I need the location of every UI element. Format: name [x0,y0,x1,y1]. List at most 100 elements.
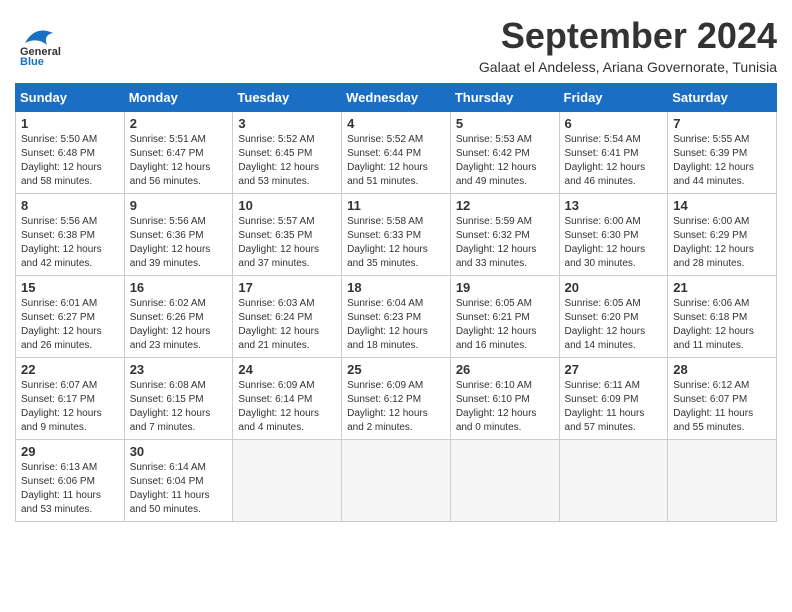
calendar-cell: 14 Sunrise: 6:00 AM Sunset: 6:29 PM Dayli… [668,194,777,276]
calendar-week-row: 1 Sunrise: 5:50 AM Sunset: 6:48 PM Daylig… [16,112,777,194]
calendar-cell: 28 Sunrise: 6:12 AM Sunset: 6:07 PM Dayli… [668,358,777,440]
day-number: 24 [238,362,336,377]
day-number: 13 [565,198,663,213]
day-number: 5 [456,116,554,131]
day-number: 22 [21,362,119,377]
day-info: Sunrise: 6:09 AM Sunset: 6:14 PM Dayligh… [238,379,336,435]
day-number: 19 [456,280,554,295]
calendar-cell: 27 Sunrise: 6:11 AM Sunset: 6:09 PM Dayli… [559,358,668,440]
day-number: 28 [673,362,771,377]
day-number: 30 [130,444,228,459]
day-info: Sunrise: 5:54 AM Sunset: 6:41 PM Dayligh… [565,133,663,189]
day-info: Sunrise: 6:13 AM Sunset: 6:06 PM Dayligh… [21,461,119,517]
calendar-cell: 19 Sunrise: 6:05 AM Sunset: 6:21 PM Dayli… [450,276,559,358]
day-number: 10 [238,198,336,213]
weekday-header-row: SundayMondayTuesdayWednesdayThursdayFrid… [16,84,777,112]
page-header: General Blue September 2024 Galaat el An… [15,15,777,75]
day-number: 20 [565,280,663,295]
day-number: 2 [130,116,228,131]
day-number: 14 [673,198,771,213]
day-number: 1 [21,116,119,131]
calendar-cell [342,440,451,522]
day-number: 26 [456,362,554,377]
calendar-cell: 25Sunrise: 6:09 AM Sunset: 6:12 PM Dayli… [342,358,451,440]
calendar-cell [668,440,777,522]
day-number: 23 [130,362,228,377]
calendar-cell: 13 Sunrise: 6:00 AM Sunset: 6:30 PM Dayli… [559,194,668,276]
day-info: Sunrise: 6:06 AM Sunset: 6:18 PM Dayligh… [673,297,771,353]
calendar-cell: 23 Sunrise: 6:08 AM Sunset: 6:15 PM Dayli… [124,358,233,440]
calendar-cell: 8 Sunrise: 5:56 AM Sunset: 6:38 PM Daylig… [16,194,125,276]
calendar-cell: 9 Sunrise: 5:56 AM Sunset: 6:36 PM Daylig… [124,194,233,276]
day-info: Sunrise: 6:00 AM Sunset: 6:29 PM Dayligh… [673,215,771,271]
weekday-header-friday: Friday [559,84,668,112]
calendar-cell [559,440,668,522]
day-info: Sunrise: 6:03 AM Sunset: 6:24 PM Dayligh… [238,297,336,353]
calendar-week-row: 29 Sunrise: 6:13 AM Sunset: 6:06 PM Dayli… [16,440,777,522]
calendar-cell: 22Sunrise: 6:07 AM Sunset: 6:17 PM Dayli… [16,358,125,440]
day-number: 6 [565,116,663,131]
day-info: Sunrise: 5:52 AM Sunset: 6:44 PM Dayligh… [347,133,445,189]
day-info: Sunrise: 6:04 AM Sunset: 6:23 PM Dayligh… [347,297,445,353]
day-number: 8 [21,198,119,213]
day-number: 9 [130,198,228,213]
day-info: Sunrise: 5:50 AM Sunset: 6:48 PM Dayligh… [21,133,119,189]
calendar-cell [450,440,559,522]
calendar-cell: 26Sunrise: 6:10 AM Sunset: 6:10 PM Dayli… [450,358,559,440]
calendar-cell: 2 Sunrise: 5:51 AM Sunset: 6:47 PM Daylig… [124,112,233,194]
day-info: Sunrise: 5:59 AM Sunset: 6:32 PM Dayligh… [456,215,554,271]
calendar-cell: 5 Sunrise: 5:53 AM Sunset: 6:42 PM Daylig… [450,112,559,194]
day-number: 3 [238,116,336,131]
calendar-cell: 10 Sunrise: 5:57 AM Sunset: 6:35 PM Dayli… [233,194,342,276]
day-info: Sunrise: 5:52 AM Sunset: 6:45 PM Dayligh… [238,133,336,189]
calendar-cell [233,440,342,522]
calendar-cell: 18Sunrise: 6:04 AM Sunset: 6:23 PM Dayli… [342,276,451,358]
calendar-cell: 1 Sunrise: 5:50 AM Sunset: 6:48 PM Daylig… [16,112,125,194]
calendar-week-row: 15Sunrise: 6:01 AM Sunset: 6:27 PM Dayli… [16,276,777,358]
month-title: September 2024 [479,15,777,57]
day-info: Sunrise: 5:55 AM Sunset: 6:39 PM Dayligh… [673,133,771,189]
day-info: Sunrise: 5:57 AM Sunset: 6:35 PM Dayligh… [238,215,336,271]
day-info: Sunrise: 6:12 AM Sunset: 6:07 PM Dayligh… [673,379,771,435]
day-info: Sunrise: 5:56 AM Sunset: 6:38 PM Dayligh… [21,215,119,271]
calendar-cell: 21 Sunrise: 6:06 AM Sunset: 6:18 PM Dayli… [668,276,777,358]
calendar-week-row: 22Sunrise: 6:07 AM Sunset: 6:17 PM Dayli… [16,358,777,440]
title-block: September 2024 Galaat el Andeless, Arian… [479,15,777,75]
day-info: Sunrise: 5:56 AM Sunset: 6:36 PM Dayligh… [130,215,228,271]
day-number: 11 [347,198,445,213]
day-number: 29 [21,444,119,459]
calendar-cell: 30 Sunrise: 6:14 AM Sunset: 6:04 PM Dayli… [124,440,233,522]
day-info: Sunrise: 6:05 AM Sunset: 6:20 PM Dayligh… [565,297,663,353]
calendar-cell: 15Sunrise: 6:01 AM Sunset: 6:27 PM Dayli… [16,276,125,358]
day-number: 17 [238,280,336,295]
weekday-header-thursday: Thursday [450,84,559,112]
weekday-header-saturday: Saturday [668,84,777,112]
day-number: 4 [347,116,445,131]
calendar-week-row: 8 Sunrise: 5:56 AM Sunset: 6:38 PM Daylig… [16,194,777,276]
day-number: 12 [456,198,554,213]
day-info: Sunrise: 6:11 AM Sunset: 6:09 PM Dayligh… [565,379,663,435]
day-number: 27 [565,362,663,377]
day-info: Sunrise: 6:00 AM Sunset: 6:30 PM Dayligh… [565,215,663,271]
calendar-cell: 3 Sunrise: 5:52 AM Sunset: 6:45 PM Daylig… [233,112,342,194]
calendar-cell: 24 Sunrise: 6:09 AM Sunset: 6:14 PM Dayli… [233,358,342,440]
day-info: Sunrise: 5:53 AM Sunset: 6:42 PM Dayligh… [456,133,554,189]
weekday-header-tuesday: Tuesday [233,84,342,112]
day-info: Sunrise: 6:09 AM Sunset: 6:12 PM Dayligh… [347,379,445,435]
day-info: Sunrise: 6:14 AM Sunset: 6:04 PM Dayligh… [130,461,228,517]
calendar-cell: 4 Sunrise: 5:52 AM Sunset: 6:44 PM Daylig… [342,112,451,194]
logo: General Blue [15,15,65,65]
calendar-cell: 7Sunrise: 5:55 AM Sunset: 6:39 PM Daylig… [668,112,777,194]
calendar-cell: 20 Sunrise: 6:05 AM Sunset: 6:20 PM Dayli… [559,276,668,358]
location-subtitle: Galaat el Andeless, Ariana Governorate, … [479,59,777,75]
day-info: Sunrise: 6:08 AM Sunset: 6:15 PM Dayligh… [130,379,228,435]
calendar-cell: 17 Sunrise: 6:03 AM Sunset: 6:24 PM Dayli… [233,276,342,358]
day-info: Sunrise: 5:51 AM Sunset: 6:47 PM Dayligh… [130,133,228,189]
calendar-cell: 11Sunrise: 5:58 AM Sunset: 6:33 PM Dayli… [342,194,451,276]
weekday-header-monday: Monday [124,84,233,112]
day-number: 21 [673,280,771,295]
weekday-header-wednesday: Wednesday [342,84,451,112]
weekday-header-sunday: Sunday [16,84,125,112]
svg-text:Blue: Blue [20,56,44,65]
day-info: Sunrise: 6:05 AM Sunset: 6:21 PM Dayligh… [456,297,554,353]
